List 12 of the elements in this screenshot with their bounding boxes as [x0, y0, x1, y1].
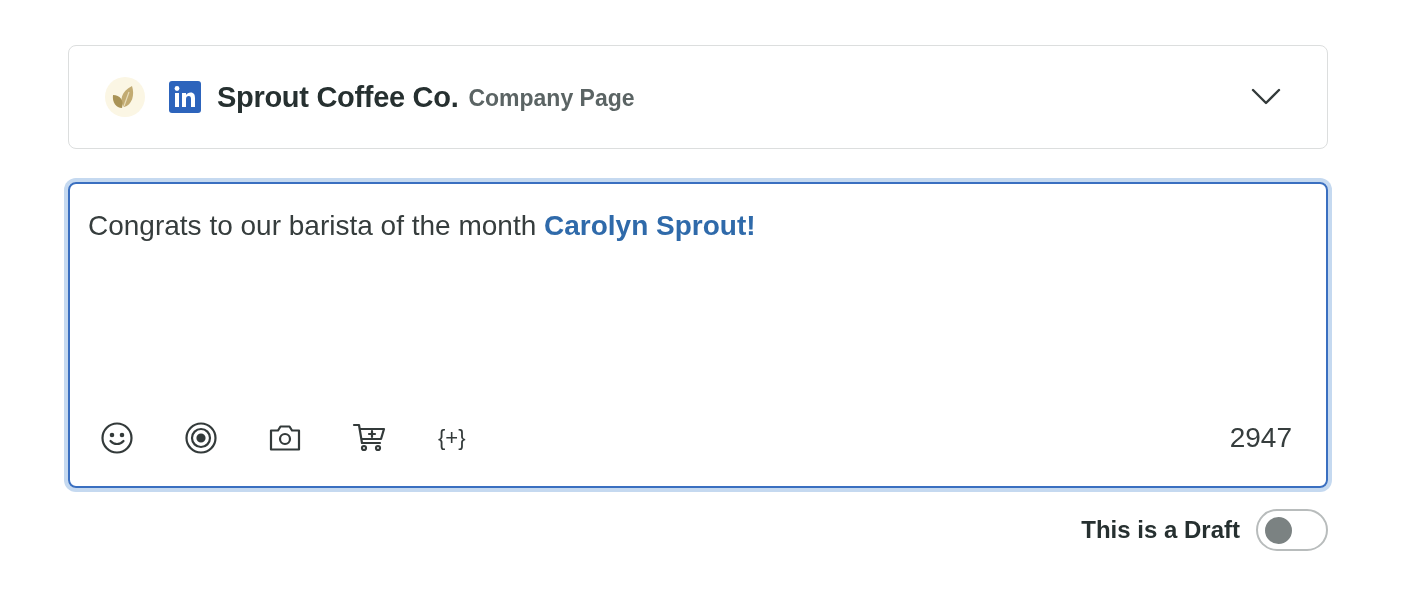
account-selector[interactable]: Sprout Coffee Co. Company Page: [68, 45, 1328, 149]
draft-toggle[interactable]: [1256, 509, 1328, 551]
account-name: Sprout Coffee Co.: [217, 80, 459, 114]
linkedin-icon: [169, 81, 201, 113]
draft-label: This is a Draft: [1081, 516, 1240, 544]
leaf-logo-icon: [105, 77, 145, 117]
character-count: 2947: [1229, 422, 1292, 454]
smiley-button[interactable]: [100, 420, 134, 456]
target-button[interactable]: [184, 420, 218, 456]
message-text: Congrats to our barista of the month Carolyn Sprout!: [88, 210, 757, 243]
account-type: Company Page: [468, 85, 635, 112]
variable-button[interactable]: {+}: [438, 420, 466, 456]
